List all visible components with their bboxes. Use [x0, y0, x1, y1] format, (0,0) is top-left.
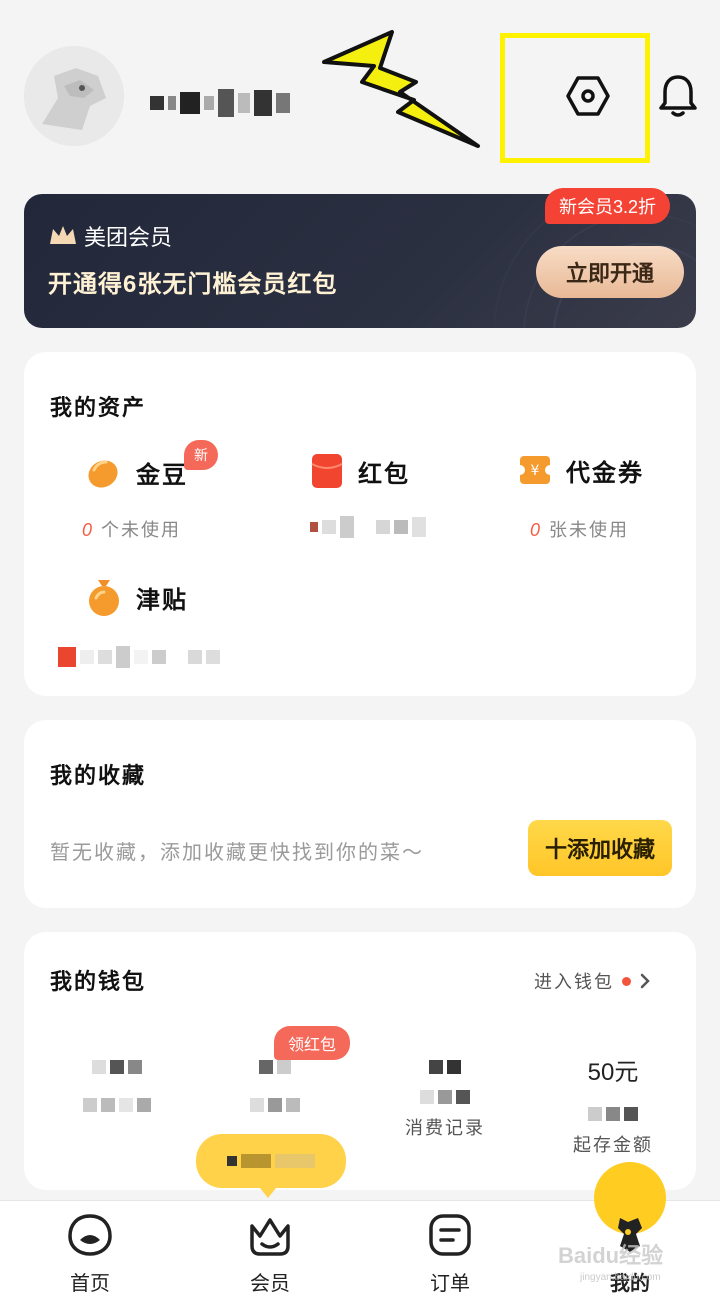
wallet-item-min-deposit[interactable]: 50元 起存金额	[538, 1052, 688, 1157]
notification-button[interactable]	[652, 70, 704, 122]
wallet-value-mosaic	[42, 1060, 192, 1074]
wallet-label-mosaic	[200, 1098, 350, 1112]
join-member-button[interactable]: 立即开通	[536, 246, 684, 298]
chevron-right-icon	[640, 973, 650, 989]
member-brand-label: 美团会员	[84, 225, 173, 250]
wallet-label: 消费记录	[405, 1118, 485, 1138]
wallet-item-consumption[interactable]: 消费记录	[370, 1060, 520, 1140]
asset-gold-beans-sub: 0 个未使用	[82, 516, 181, 542]
new-badge: 新	[184, 440, 218, 470]
red-packet-mosaic	[310, 516, 426, 538]
wallet-mid-mosaic	[370, 1090, 520, 1104]
wallet-item-1[interactable]	[42, 1060, 192, 1112]
lightning-annotation-icon	[322, 30, 480, 148]
wallet-link-label: 进入钱包	[534, 972, 614, 992]
asset-label: 代金券	[566, 459, 644, 487]
gold-bean-icon	[88, 460, 118, 488]
assets-title: 我的资产	[50, 395, 147, 420]
collect-red-packet-badge: 领红包	[274, 1026, 351, 1060]
nav-member[interactable]: 会员	[210, 1212, 330, 1296]
crown-icon	[50, 226, 76, 244]
wallet-mid-mosaic	[538, 1107, 688, 1121]
settings-button[interactable]	[562, 70, 614, 122]
floating-tip[interactable]	[196, 1134, 346, 1198]
notification-dot	[622, 976, 631, 986]
orders-icon	[429, 1214, 471, 1256]
wallet-label-mosaic	[42, 1098, 192, 1112]
red-packet-icon	[311, 454, 343, 488]
member-brand: 美团会员	[48, 220, 172, 252]
floating-tip-mosaic	[227, 1154, 315, 1168]
money-bag-icon	[89, 580, 119, 616]
subsidy-mosaic	[58, 646, 220, 668]
wallet-value-mosaic	[370, 1060, 520, 1074]
asset-count: 0	[82, 520, 95, 540]
wallet-item-2[interactable]	[200, 1060, 350, 1112]
asset-vouchers-sub: 0 张未使用	[530, 516, 629, 542]
nav-label: 会员	[250, 1273, 290, 1295]
wallet-label: 起存金额	[573, 1135, 653, 1155]
watermark: Baidu经验	[558, 1243, 664, 1268]
nav-orders[interactable]: 订单	[390, 1212, 510, 1296]
wallet-title: 我的钱包	[50, 969, 147, 994]
bell-icon	[659, 75, 697, 117]
member-discount-badge: 新会员3.2折	[545, 188, 671, 224]
asset-red-packet[interactable]: 红包	[310, 452, 410, 490]
nav-label: 订单	[430, 1273, 470, 1295]
enter-wallet-link[interactable]: 进入钱包	[534, 968, 651, 994]
username-mosaic	[150, 86, 326, 120]
voucher-icon: ¥	[518, 456, 552, 484]
settings-icon	[566, 76, 610, 116]
dog-avatar-icon	[24, 46, 124, 146]
home-icon	[68, 1214, 112, 1256]
asset-subsidy[interactable]: 津贴	[86, 576, 188, 618]
asset-sub-text: 个未使用	[101, 520, 182, 540]
asset-label: 红包	[358, 460, 410, 488]
svg-text:¥: ¥	[531, 463, 540, 479]
wallet-value-mosaic	[200, 1060, 350, 1074]
asset-label: 金豆	[136, 461, 188, 489]
favorites-empty-text: 暂无收藏，添加收藏更快找到你的菜～	[50, 842, 424, 864]
add-favorite-button[interactable]: 十添加收藏	[528, 820, 672, 876]
nav-label: 首页	[70, 1273, 110, 1295]
asset-count: 0	[530, 520, 543, 540]
member-description: 开通得6张无门槛会员红包	[48, 271, 338, 298]
favorites-title: 我的收藏	[50, 763, 147, 788]
wallet-value: 50元	[587, 1059, 639, 1086]
member-crown-icon	[250, 1218, 290, 1256]
asset-vouchers[interactable]: ¥ 代金券	[518, 452, 644, 488]
nav-home[interactable]: 首页	[30, 1212, 150, 1296]
watermark-sub: jingyan.baidu.com	[580, 1272, 661, 1283]
asset-gold-beans[interactable]: 金豆	[84, 452, 188, 492]
asset-label: 津贴	[136, 586, 188, 614]
asset-sub-text: 张未使用	[549, 520, 630, 540]
avatar[interactable]	[24, 46, 124, 146]
favorites-card	[24, 720, 696, 908]
